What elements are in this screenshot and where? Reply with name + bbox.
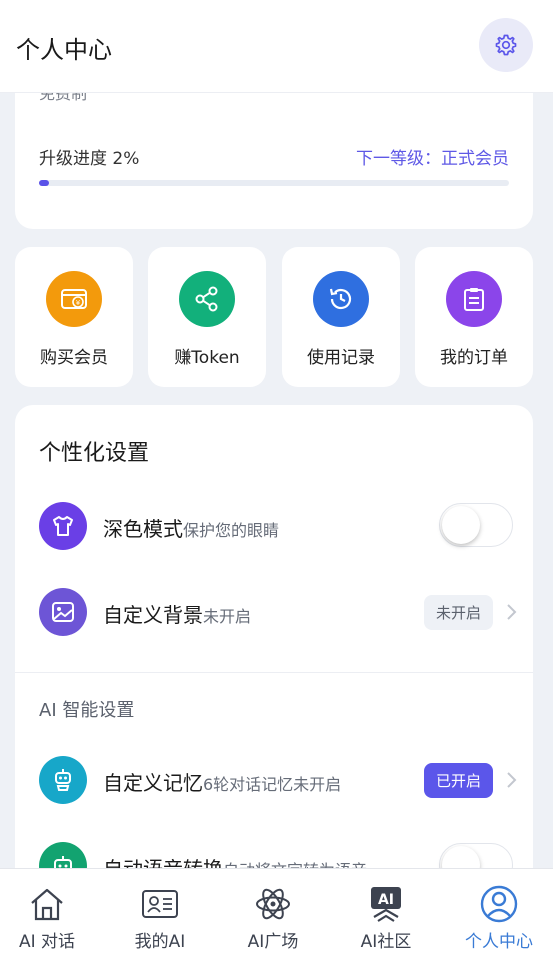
dark-mode-subtitle: 保护您的眼睛 bbox=[183, 521, 280, 540]
custom-memory-title: 自定义记忆 bbox=[103, 771, 203, 795]
toggle-knob bbox=[442, 506, 480, 544]
robot-voice-icon bbox=[39, 842, 87, 870]
custom-memory-subtitle: 6轮对话记忆未开启 bbox=[203, 775, 342, 794]
tab-ai-plaza[interactable]: AI广场 bbox=[218, 869, 328, 960]
history-icon bbox=[313, 271, 369, 327]
quick-action-label: 赚Token bbox=[174, 348, 240, 368]
tab-label: 个人中心 bbox=[465, 932, 533, 952]
custom-background-subtitle: 未开启 bbox=[203, 607, 252, 626]
gear-icon bbox=[495, 34, 517, 56]
toggle-knob bbox=[442, 846, 480, 870]
atom-icon bbox=[254, 883, 292, 925]
quick-action-label: 购买会员 bbox=[40, 348, 108, 368]
top-bar: 个人中心 bbox=[0, 0, 553, 93]
bottom-tab-bar: AI 对话 我的AI AI广场 AI AI社区 个人中心 bbox=[0, 868, 553, 960]
upgrade-progress-label: 升级进度 2% bbox=[39, 149, 140, 169]
dark-mode-title: 深色模式 bbox=[103, 517, 183, 541]
wallet-icon: ¥ bbox=[46, 271, 102, 327]
chevron-right-icon bbox=[507, 604, 517, 620]
svg-text:¥: ¥ bbox=[76, 299, 81, 307]
dark-mode-row: 深色模式保护您的眼睛 bbox=[39, 502, 513, 552]
upgrade-progress-bar bbox=[39, 180, 509, 186]
upgrade-progress-fill bbox=[39, 180, 49, 186]
tab-label: AI 对话 bbox=[18, 932, 76, 952]
custom-memory-status[interactable]: 已开启 bbox=[423, 763, 493, 798]
custom-background-row[interactable]: 自定义背景未开启 未开启 bbox=[39, 588, 517, 638]
tab-my-ai[interactable]: 我的AI bbox=[105, 869, 215, 960]
user-circle-icon bbox=[479, 883, 519, 925]
settings-button[interactable] bbox=[479, 18, 533, 72]
buy-membership-button[interactable]: ¥ 购买会员 bbox=[15, 247, 133, 387]
share-icon bbox=[179, 271, 235, 327]
usage-history-button[interactable]: 使用记录 bbox=[282, 247, 400, 387]
quick-action-label: 使用记录 bbox=[307, 348, 375, 368]
tab-label: AI社区 bbox=[360, 932, 412, 952]
earn-token-button[interactable]: 赚Token bbox=[148, 247, 266, 387]
tab-label: 我的AI bbox=[134, 932, 186, 952]
my-orders-button[interactable]: 我的订单 bbox=[415, 247, 533, 387]
tab-ai-chat[interactable]: AI 对话 bbox=[0, 869, 102, 960]
dark-mode-toggle[interactable] bbox=[439, 503, 513, 547]
tab-profile[interactable]: 个人中心 bbox=[444, 869, 553, 960]
image-icon bbox=[39, 588, 87, 636]
auto-voice-toggle[interactable] bbox=[439, 843, 513, 870]
personalization-card: 个性化设置 深色模式保护您的眼睛 自定义背景未开启 未开启 AI 智能设置 自定… bbox=[15, 405, 533, 870]
chevron-right-icon bbox=[507, 772, 517, 788]
custom-background-title: 自定义背景 bbox=[103, 603, 203, 627]
scroll-area[interactable]: 免费制 升级进度 2% 下一等级：正式会员 ¥ 购买会员 赚Token 使用记录… bbox=[0, 0, 553, 870]
quick-action-label: 我的订单 bbox=[440, 348, 508, 368]
ai-badge-icon: AI bbox=[368, 883, 404, 925]
robot-icon bbox=[39, 756, 87, 804]
tab-label: AI广场 bbox=[247, 932, 299, 952]
clipboard-icon bbox=[446, 271, 502, 327]
home-icon bbox=[27, 883, 67, 925]
id-card-icon bbox=[140, 883, 180, 925]
tab-ai-community[interactable]: AI AI社区 bbox=[331, 869, 441, 960]
custom-background-status[interactable]: 未开启 bbox=[423, 595, 493, 630]
divider bbox=[15, 672, 533, 673]
next-level-link[interactable]: 下一等级：正式会员 bbox=[356, 144, 509, 169]
custom-memory-row[interactable]: 自定义记忆6轮对话记忆未开启 已开启 bbox=[39, 756, 517, 806]
page-title: 个人中心 bbox=[16, 36, 112, 64]
shirt-icon bbox=[39, 502, 87, 550]
section-title: 个性化设置 bbox=[39, 441, 150, 466]
svg-text:AI: AI bbox=[378, 892, 394, 908]
ai-settings-title: AI 智能设置 bbox=[39, 700, 135, 721]
auto-voice-row: 自动语音转换自动将文字转为语音 bbox=[39, 842, 513, 870]
